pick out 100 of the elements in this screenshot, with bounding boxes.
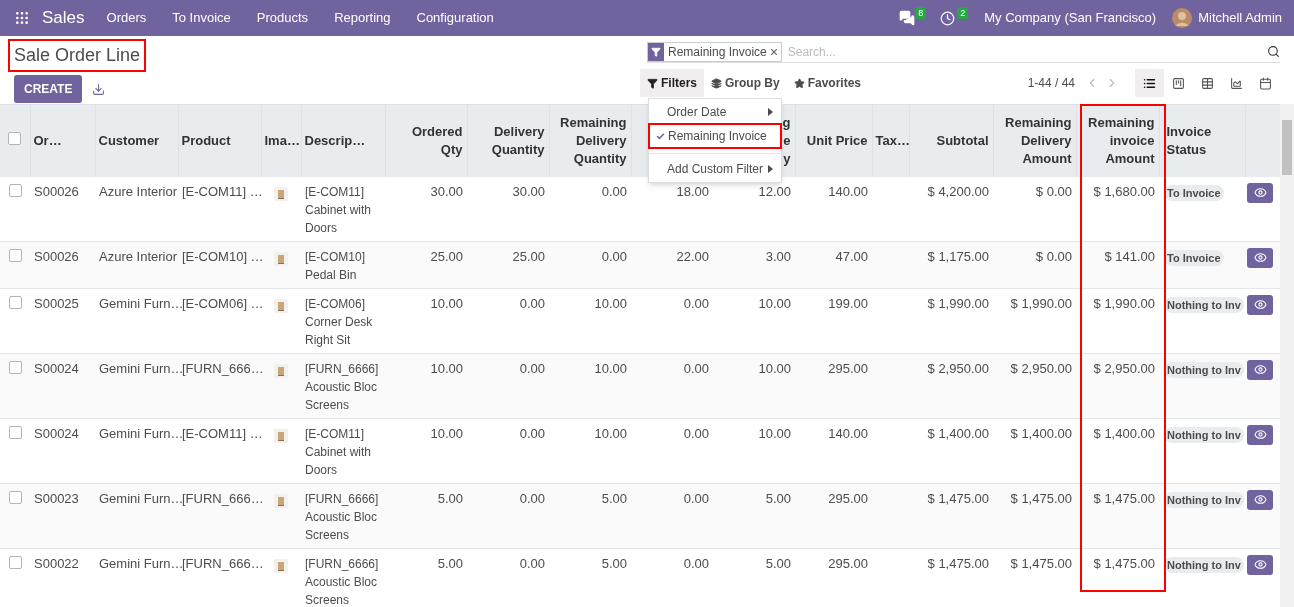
table-cell: $ 1,475.00: [1093, 490, 1155, 506]
search-facet[interactable]: Remaining Invoice: [647, 41, 782, 62]
view-button[interactable]: [1247, 424, 1273, 445]
table-cell: S00024: [34, 425, 79, 441]
table-cell: S00024: [34, 360, 79, 376]
eye-icon: [1253, 363, 1267, 376]
facet-label: Remaining Invoice: [667, 43, 768, 61]
table-cell: Gemini Furn…: [99, 360, 184, 376]
messages-icon[interactable]: [899, 10, 916, 26]
menu-item[interactable]: Products: [256, 8, 309, 28]
view-button[interactable]: [1247, 359, 1273, 380]
table-cell: $ 2,950.00: [1010, 360, 1072, 376]
dropdown-item[interactable]: Add Custom Filter: [649, 158, 781, 180]
table-cell: 30.00: [430, 183, 463, 199]
table-cell: 10.00: [594, 295, 627, 311]
table-cell-text: [E-COM06] Corner Desk Right Sit: [305, 295, 374, 349]
view-button[interactable]: [1247, 247, 1273, 268]
menu-item[interactable]: Configuration: [416, 8, 494, 28]
caret-icon: [768, 108, 773, 116]
status-badge: Nothing to Inv: [1164, 361, 1244, 378]
apps-menu-icon[interactable]: [14, 10, 30, 26]
table-cell: 0.00: [601, 183, 627, 199]
checkbox[interactable]: [8, 490, 22, 504]
table-cell: [FURN_666…: [182, 555, 264, 571]
table-cell: 0.00: [683, 360, 709, 376]
table-cell: 0.00: [519, 295, 545, 311]
check-icon: [656, 131, 665, 141]
table-cell: 18.00: [676, 183, 709, 199]
view-button[interactable]: [1247, 182, 1273, 203]
checkbox[interactable]: [8, 132, 22, 145]
table-cell: 0.00: [519, 555, 545, 571]
view-button[interactable]: [1247, 554, 1273, 575]
table-cell: 10.00: [758, 295, 791, 311]
eye-icon: [1253, 493, 1267, 506]
search-option-button[interactable]: Favorites: [786, 69, 869, 97]
table-cell: S00026: [34, 183, 79, 199]
menu-item[interactable]: To Invoice: [172, 8, 231, 28]
dropdown-item[interactable]: Remaining Invoice: [650, 125, 780, 147]
table-cell: $ 1,475.00: [1010, 555, 1072, 571]
search-field[interactable]: Search...: [787, 42, 1267, 61]
table-cell: Azure Interior: [99, 248, 178, 264]
view-button[interactable]: [1247, 489, 1273, 510]
eye-icon: [1253, 298, 1267, 311]
table-cell: $ 0.00: [1035, 183, 1072, 199]
table-cell: 0.00: [519, 490, 545, 506]
table-cell: $ 1,475.00: [1010, 490, 1072, 506]
search-option-button[interactable]: Group By: [704, 69, 787, 97]
search-option-button[interactable]: Filters: [640, 69, 704, 97]
close-icon[interactable]: [770, 48, 777, 55]
table-cell: 25.00: [430, 248, 463, 264]
table-cell: $ 1,475.00: [927, 555, 989, 571]
table-cell-text: [FURN_6666] Acoustic Bloc Screens: [305, 360, 380, 414]
status-badge: Nothing to Inv: [1164, 491, 1244, 508]
column-header[interactable]: g e y: [782, 113, 791, 168]
status-badge: To Invoice: [1164, 184, 1224, 201]
table-cell: [E-COM11] …: [182, 425, 263, 441]
clock-icon[interactable]: [940, 10, 956, 26]
company-switcher[interactable]: My Company (San Francisco): [984, 8, 1157, 28]
checkbox[interactable]: [8, 425, 22, 439]
layers-icon: [711, 77, 722, 89]
table-cell: $ 1,680.00: [1093, 183, 1155, 199]
table-cell: 5.00: [601, 490, 627, 506]
table-cell: 0.00: [601, 248, 627, 264]
menu-item[interactable]: Orders: [106, 8, 147, 28]
list-view-icon[interactable]: [1135, 69, 1164, 97]
table-cell: 3.00: [765, 248, 791, 264]
checkbox[interactable]: [8, 248, 22, 262]
search-bar[interactable]: Remaining Invoice Search...: [647, 41, 1280, 63]
status-badge: To Invoice: [1164, 249, 1224, 266]
status-badge: Nothing to Inv: [1164, 296, 1244, 313]
table-cell: Azure Interior: [99, 183, 178, 199]
user-name[interactable]: Mitchell Admin: [1198, 8, 1282, 28]
caret-icon: [768, 165, 773, 173]
eye-icon: [1253, 186, 1267, 199]
table-cell: 5.00: [437, 490, 463, 506]
table-cell: [E-COM10] …: [182, 248, 264, 264]
table-cell: Gemini Furn…: [99, 295, 184, 311]
app-name[interactable]: Sales: [42, 5, 85, 31]
dropdown-item[interactable]: Order Date: [649, 101, 781, 123]
table-cell: S00022: [34, 555, 79, 571]
table-cell: [E-COM06] …: [182, 295, 264, 311]
create-button[interactable]: CREATE: [14, 75, 83, 103]
checkbox[interactable]: [8, 295, 22, 309]
view-button[interactable]: [1247, 294, 1273, 315]
search-icon[interactable]: [1267, 45, 1280, 58]
scrollbar[interactable]: [1280, 104, 1294, 607]
checkbox[interactable]: [8, 360, 22, 374]
table-cell: 10.00: [430, 425, 463, 441]
table-cell: 25.00: [512, 248, 545, 264]
table-cell: 47.00: [835, 248, 868, 264]
download-icon[interactable]: [92, 82, 106, 96]
table-cell: 5.00: [601, 555, 627, 571]
checkbox[interactable]: [8, 555, 22, 569]
table-cell: [FURN_666…: [182, 360, 264, 376]
table-cell-text: [FURN_6666] Acoustic Bloc Screens: [305, 490, 380, 544]
checkbox[interactable]: [8, 183, 22, 197]
menu-item[interactable]: Reporting: [334, 8, 391, 28]
notification-badge: 2: [957, 7, 969, 19]
avatar[interactable]: [1172, 8, 1193, 28]
table-cell: $ 1,175.00: [927, 248, 989, 264]
